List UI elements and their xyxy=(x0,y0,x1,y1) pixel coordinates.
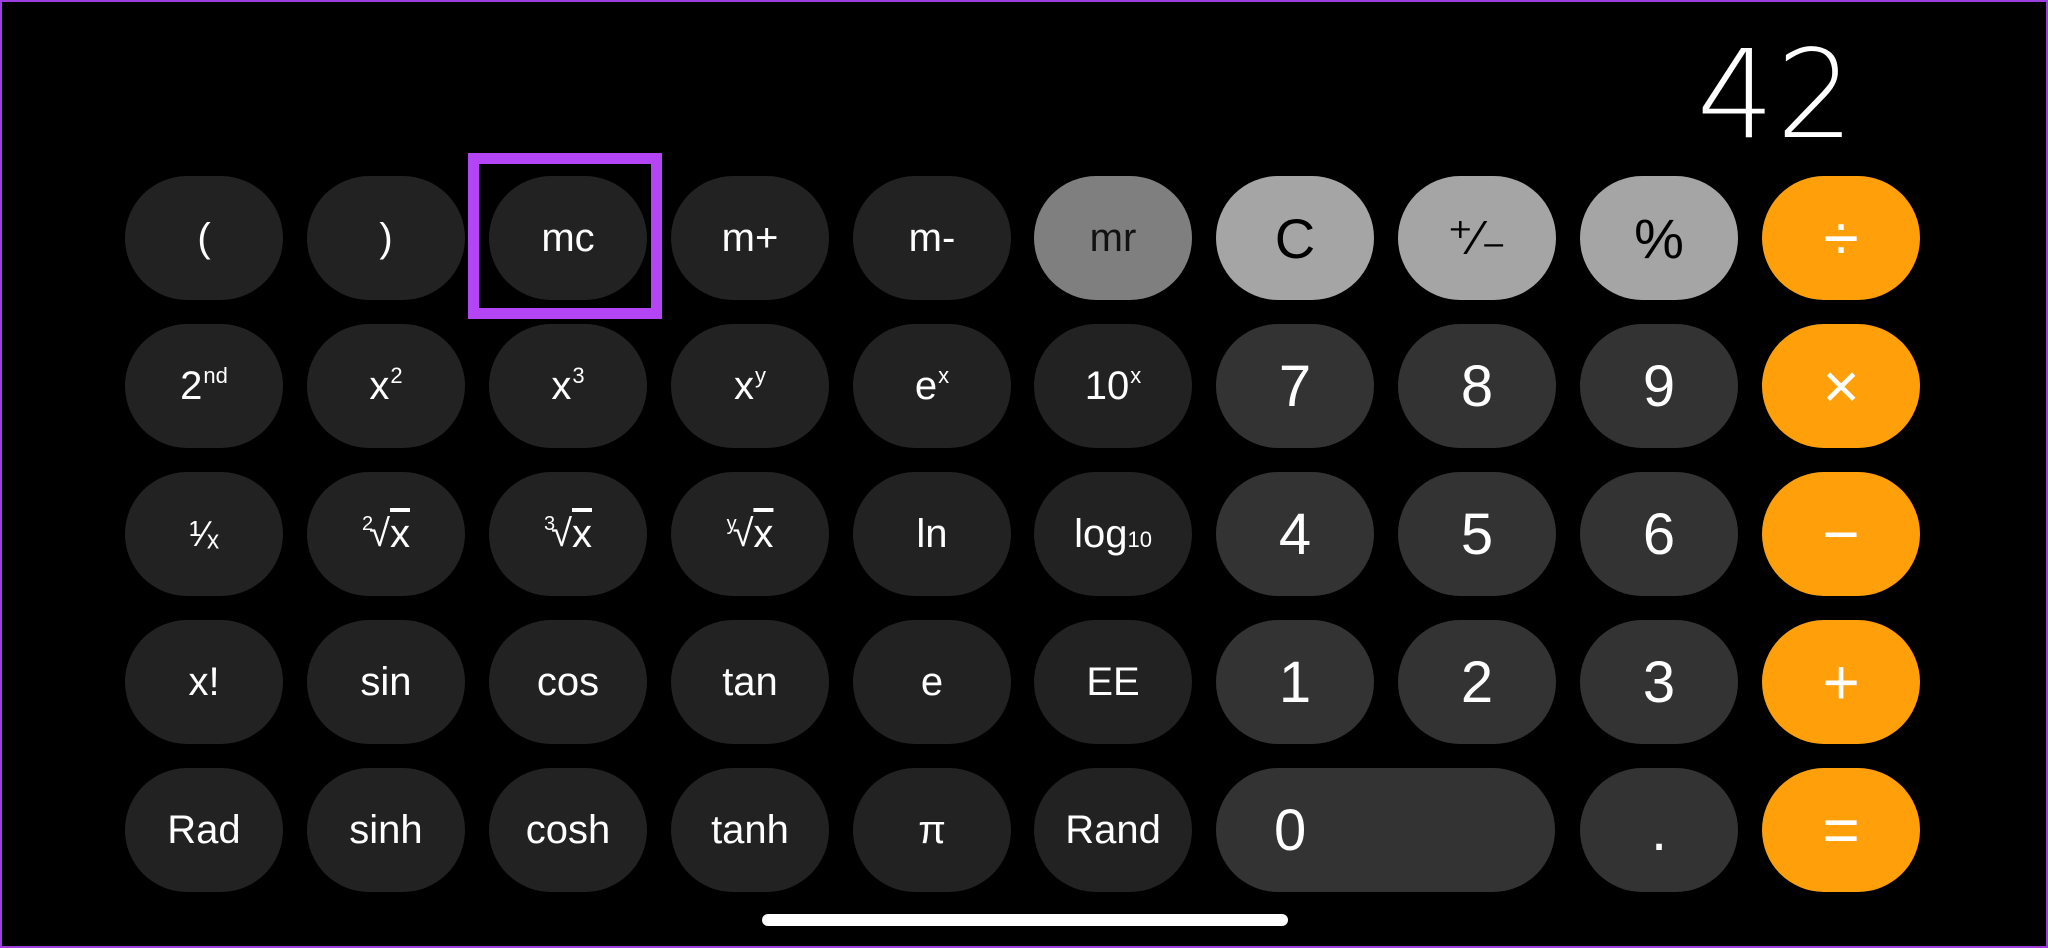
memory-add-button[interactable]: m+ xyxy=(671,176,829,300)
digit-3-button[interactable]: 3 xyxy=(1580,620,1738,744)
open-paren-button[interactable]: ( xyxy=(125,176,283,300)
x-cubed-sup: 3 xyxy=(572,363,585,388)
ten-to-x-base: 10 xyxy=(1084,363,1130,408)
sin-button[interactable]: sin xyxy=(307,620,465,744)
x-cubed-base: x xyxy=(551,363,572,408)
pi-button[interactable]: π xyxy=(853,768,1011,892)
e-to-x-button[interactable]: ex xyxy=(853,324,1011,448)
y-root-button[interactable]: y √ x xyxy=(671,472,829,596)
e-to-x-base: e xyxy=(914,363,938,408)
euler-button[interactable]: e xyxy=(853,620,1011,744)
clear-button[interactable]: C xyxy=(1216,176,1374,300)
digit-5-button[interactable]: 5 xyxy=(1398,472,1556,596)
x-squared-button[interactable]: x2 xyxy=(307,324,465,448)
close-paren-button[interactable]: ) xyxy=(307,176,465,300)
digit-7-button[interactable]: 7 xyxy=(1216,324,1374,448)
x-cubed-button[interactable]: x3 xyxy=(489,324,647,448)
square-root-button[interactable]: 2 √ x xyxy=(307,472,465,596)
rad-button[interactable]: Rad xyxy=(125,768,283,892)
digit-9-button[interactable]: 9 xyxy=(1580,324,1738,448)
digit-2-button[interactable]: 2 xyxy=(1398,620,1556,744)
digit-4-button[interactable]: 4 xyxy=(1216,472,1374,596)
decimal-button[interactable]: . xyxy=(1580,768,1738,892)
digit-6-button[interactable]: 6 xyxy=(1580,472,1738,596)
ten-to-x-button[interactable]: 10 x xyxy=(1034,324,1192,448)
digit-8-button[interactable]: 8 xyxy=(1398,324,1556,448)
add-button[interactable]: + xyxy=(1762,620,1920,744)
digit-0-button[interactable]: 0 xyxy=(1216,768,1555,892)
factorial-button[interactable]: x! xyxy=(125,620,283,744)
y-root-radicand: x xyxy=(753,511,774,556)
tanh-button[interactable]: tanh xyxy=(671,768,829,892)
x-squared-base: x xyxy=(369,363,390,408)
square-root-radicand: x xyxy=(389,511,410,556)
x-to-y-base: x xyxy=(734,363,754,408)
equals-button[interactable]: = xyxy=(1762,768,1920,892)
percent-button[interactable]: % xyxy=(1580,176,1738,300)
rand-button[interactable]: Rand xyxy=(1034,768,1192,892)
tan-button[interactable]: tan xyxy=(671,620,829,744)
e-to-x-sup: x xyxy=(938,363,950,388)
multiply-button[interactable]: × xyxy=(1762,324,1920,448)
second-base: 2 xyxy=(180,363,203,408)
x-to-y-button[interactable]: xy xyxy=(671,324,829,448)
second-function-button[interactable]: 2nd xyxy=(125,324,283,448)
y-root-index: y xyxy=(726,512,737,535)
second-sup: nd xyxy=(203,363,228,388)
reciprocal-button[interactable]: ¹∕ₓ xyxy=(125,472,283,596)
home-indicator[interactable] xyxy=(762,914,1288,926)
x-squared-sup: 2 xyxy=(390,363,403,388)
memory-recall-button[interactable]: mr xyxy=(1034,176,1192,300)
natural-log-button[interactable]: ln xyxy=(853,472,1011,596)
plus-minus-button[interactable]: ⁺∕₋ xyxy=(1398,176,1556,300)
log10-button[interactable]: log 10 xyxy=(1034,472,1192,596)
x-to-y-sup: y xyxy=(755,363,766,388)
memory-subtract-button[interactable]: m- xyxy=(853,176,1011,300)
ee-button[interactable]: EE xyxy=(1034,620,1192,744)
cube-root-index: 3 xyxy=(544,512,556,535)
divide-button[interactable]: ÷ xyxy=(1762,176,1920,300)
log10-base: log xyxy=(1074,511,1128,556)
result-display: 42 xyxy=(1696,24,1856,166)
cosh-button[interactable]: cosh xyxy=(489,768,647,892)
square-root-index: 2 xyxy=(362,512,374,535)
cos-button[interactable]: cos xyxy=(489,620,647,744)
log10-sub: 10 xyxy=(1127,527,1152,552)
subtract-button[interactable]: − xyxy=(1762,472,1920,596)
ten-to-x-sup: x xyxy=(1130,363,1142,388)
memory-clear-button[interactable]: mc xyxy=(489,176,647,300)
digit-1-button[interactable]: 1 xyxy=(1216,620,1374,744)
cube-root-button[interactable]: 3 √ x xyxy=(489,472,647,596)
sinh-button[interactable]: sinh xyxy=(307,768,465,892)
cube-root-radicand: x xyxy=(571,511,592,556)
